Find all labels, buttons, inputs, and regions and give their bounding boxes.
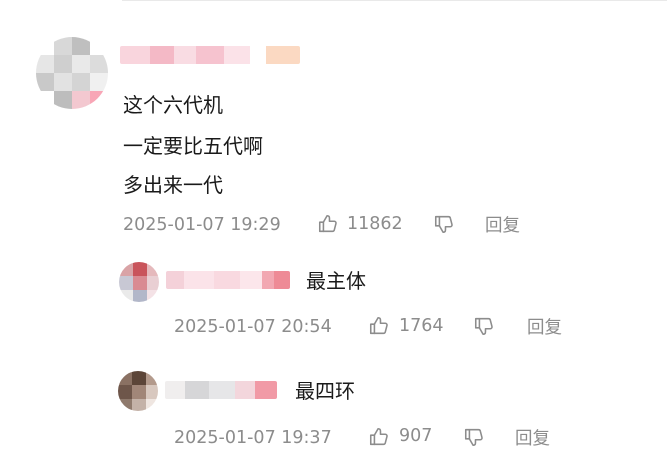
reply-text: 最主体 bbox=[306, 269, 366, 293]
thumbs-down-icon[interactable] bbox=[463, 426, 485, 448]
avatar[interactable] bbox=[36, 37, 108, 109]
avatar[interactable] bbox=[119, 262, 159, 302]
username-blurred[interactable] bbox=[166, 271, 290, 289]
thumbs-up-icon[interactable] bbox=[368, 315, 390, 337]
comment-line: 多出来一代 bbox=[123, 173, 223, 197]
thumbs-down-icon[interactable] bbox=[473, 315, 495, 337]
comment-timestamp: 2025-01-07 20:54 bbox=[174, 317, 332, 337]
comment-line: 一定要比五代啊 bbox=[123, 134, 263, 158]
reply-text: 最四环 bbox=[295, 379, 355, 403]
like-count: 907 bbox=[399, 426, 433, 446]
thumbs-down-icon[interactable] bbox=[433, 213, 455, 235]
comment-line: 这个六代机 bbox=[123, 93, 223, 117]
username-blurred[interactable] bbox=[120, 46, 300, 64]
thumbs-up-icon[interactable] bbox=[368, 426, 390, 448]
like-count: 1764 bbox=[399, 316, 444, 336]
reply-button[interactable]: 回复 bbox=[515, 428, 550, 450]
avatar[interactable] bbox=[118, 371, 158, 411]
like-count: 11862 bbox=[347, 214, 403, 234]
divider bbox=[122, 0, 667, 1]
thumbs-up-icon[interactable] bbox=[317, 213, 339, 235]
reply-button[interactable]: 回复 bbox=[485, 215, 520, 237]
username-blurred[interactable] bbox=[165, 381, 277, 399]
comment-timestamp: 2025-01-07 19:37 bbox=[174, 428, 332, 448]
reply-button[interactable]: 回复 bbox=[527, 317, 562, 339]
comment-timestamp: 2025-01-07 19:29 bbox=[123, 215, 281, 235]
